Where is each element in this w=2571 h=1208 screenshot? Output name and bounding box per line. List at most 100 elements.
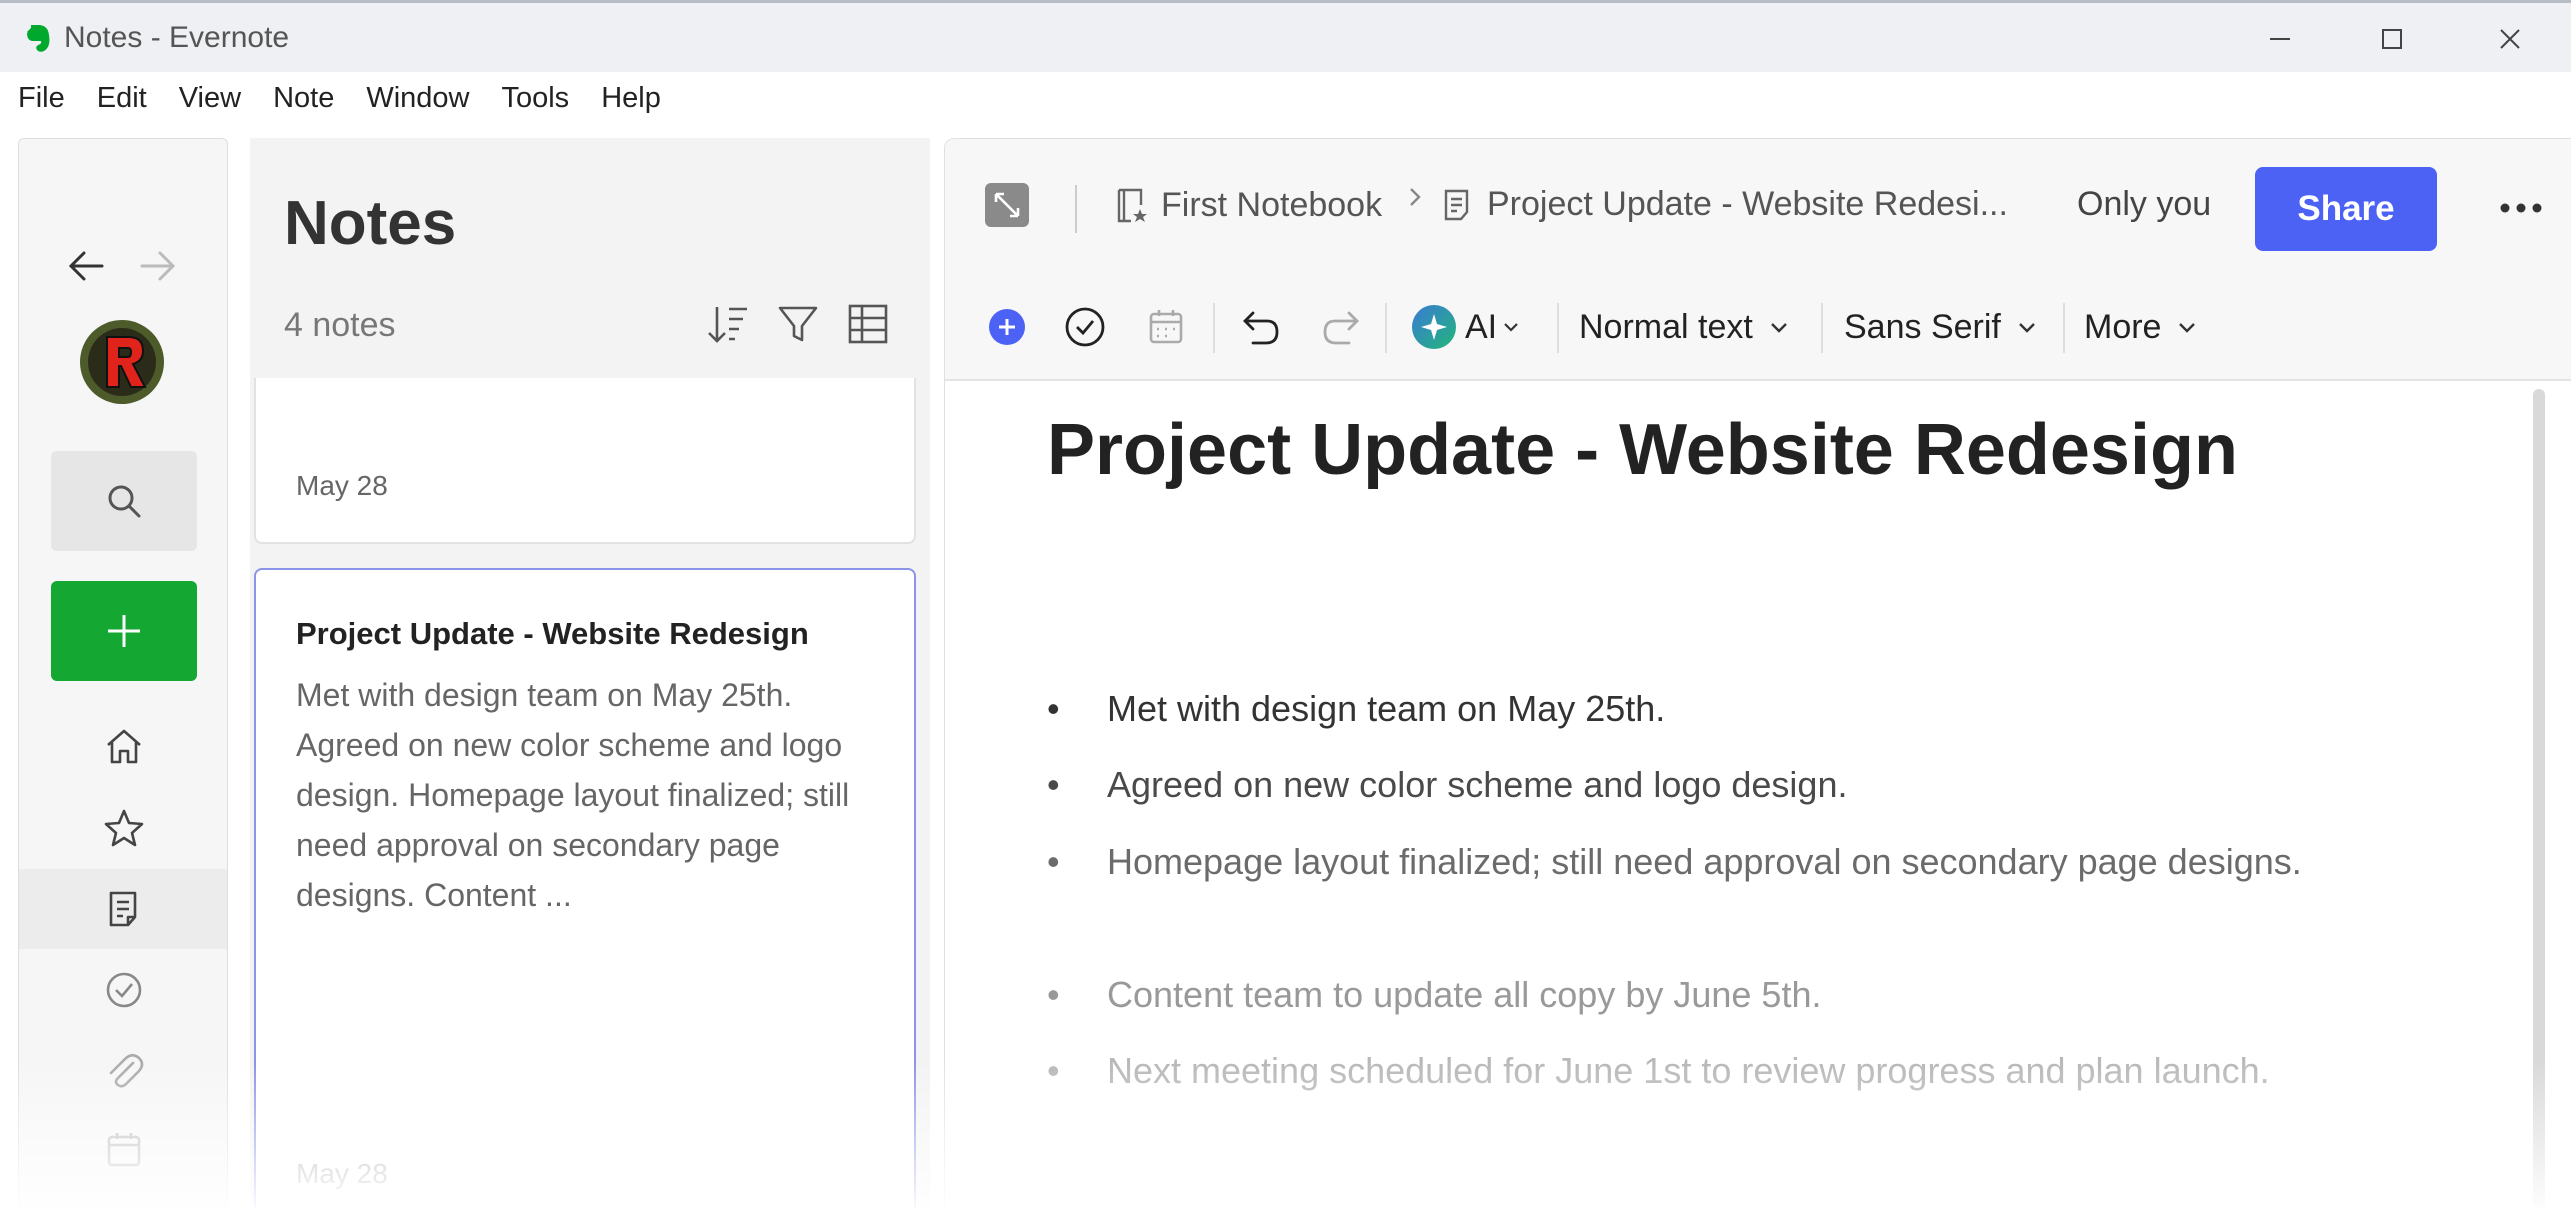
more-options-button[interactable] bbox=[2491, 183, 2551, 233]
home-button[interactable] bbox=[99, 721, 149, 771]
evernote-logo-icon bbox=[27, 25, 50, 52]
close-icon bbox=[2500, 29, 2520, 49]
shortcuts-button[interactable] bbox=[99, 803, 149, 853]
menu-note[interactable]: Note bbox=[273, 82, 334, 115]
note-card-selected[interactable]: Project Update - Website Redesign Met wi… bbox=[254, 568, 916, 1208]
note-card-date: May 28 bbox=[296, 1158, 388, 1189]
paperclip-icon bbox=[109, 1053, 144, 1088]
view-options-button[interactable] bbox=[842, 298, 894, 350]
toolbar-divider bbox=[1385, 303, 1387, 353]
new-note-button[interactable] bbox=[51, 581, 197, 681]
text-style-label: Normal text bbox=[1579, 307, 1753, 346]
more-formatting-dropdown[interactable]: More bbox=[2084, 301, 2199, 353]
avatar-r-icon bbox=[80, 320, 164, 404]
minimize-button[interactable] bbox=[2230, 13, 2330, 65]
breadcrumb-notebook-label: First Notebook bbox=[1161, 185, 1383, 224]
plus-circle-icon bbox=[989, 309, 1025, 345]
menu-help[interactable]: Help bbox=[601, 82, 661, 115]
menu-tools[interactable]: Tools bbox=[501, 82, 569, 115]
note-card[interactable]: May 28 bbox=[254, 378, 916, 544]
menu-view[interactable]: View bbox=[179, 82, 241, 115]
breadcrumb-separator bbox=[1403, 185, 1427, 209]
chevron-down-icon bbox=[2179, 323, 2196, 333]
list-item-text: Content team to update all copy by June … bbox=[1107, 974, 1822, 1015]
calendar-icon bbox=[107, 1133, 141, 1167]
ai-label: AI bbox=[1465, 307, 1498, 346]
list-item-text: Agreed on new color scheme and logo desi… bbox=[1107, 764, 1848, 805]
check-circle-icon bbox=[106, 972, 142, 1008]
notes-heading: Notes bbox=[284, 189, 457, 258]
tasks-nav-button[interactable] bbox=[99, 965, 149, 1015]
note-card-date: May 28 bbox=[296, 470, 388, 501]
breadcrumb-note[interactable]: Project Update - Website Redesi... bbox=[1439, 185, 2008, 224]
visibility-label[interactable]: Only you bbox=[2077, 185, 2211, 224]
note-editor: First Notebook Project Update - Website … bbox=[944, 138, 2571, 1208]
toolbar-divider bbox=[1213, 303, 1215, 353]
sort-button[interactable] bbox=[702, 298, 754, 350]
notes-list-panel: Notes 4 notes May 28 Project Update - We… bbox=[250, 138, 930, 1208]
filter-icon bbox=[778, 306, 818, 342]
menu-edit[interactable]: Edit bbox=[97, 82, 147, 115]
title-bar: Notes - Evernote bbox=[0, 0, 2571, 72]
editor-scrollbar[interactable] bbox=[2533, 389, 2545, 1208]
toolbar-divider bbox=[2063, 303, 2065, 353]
plus-icon bbox=[108, 615, 140, 647]
bullet-dot: • bbox=[1047, 974, 1060, 1015]
note-icon bbox=[1444, 189, 1469, 220]
notebook-icon bbox=[1117, 188, 1147, 223]
star-icon bbox=[104, 809, 144, 847]
list-item-text: Next meeting scheduled for June 1st to r… bbox=[1107, 1050, 2270, 1091]
list-item-text: Met with design team on May 25th. bbox=[1107, 688, 1666, 729]
notes-nav-button[interactable] bbox=[19, 869, 227, 949]
chevron-down-icon bbox=[2019, 323, 2035, 333]
notes-count: 4 notes bbox=[284, 306, 396, 344]
expand-button[interactable] bbox=[985, 183, 1029, 227]
ai-sparkle-icon bbox=[1412, 305, 1456, 349]
toolbar-divider bbox=[1557, 303, 1559, 353]
search-button[interactable] bbox=[51, 451, 197, 551]
breadcrumb-notebook[interactable]: First Notebook bbox=[1111, 185, 1382, 225]
bullet-dot: • bbox=[1047, 764, 1060, 805]
menu-bar: File Edit View Note Window Tools Help bbox=[0, 72, 2571, 124]
note-icon bbox=[109, 891, 137, 927]
back-button[interactable] bbox=[61, 241, 111, 291]
maximize-icon bbox=[2382, 29, 2402, 49]
close-button[interactable] bbox=[2460, 13, 2560, 65]
font-label: Sans Serif bbox=[1844, 307, 2001, 346]
arrow-right-icon bbox=[140, 251, 176, 281]
arrow-left-icon bbox=[68, 251, 104, 281]
menu-file[interactable]: File bbox=[18, 82, 65, 115]
insert-button[interactable] bbox=[987, 301, 1027, 353]
task-button[interactable] bbox=[1063, 301, 1107, 353]
toolbar-divider bbox=[1821, 303, 1823, 353]
note-card-title: Project Update - Website Redesign bbox=[296, 616, 809, 651]
calendar-icon bbox=[1149, 310, 1183, 344]
undo-button[interactable] bbox=[1239, 301, 1283, 353]
check-circle-icon bbox=[1065, 307, 1105, 347]
editor-header: First Notebook Project Update - Website … bbox=[945, 139, 2571, 381]
forward-button[interactable] bbox=[133, 241, 183, 291]
breadcrumb-note-label: Project Update - Website Redesi... bbox=[1487, 185, 2008, 223]
share-button[interactable]: Share bbox=[2255, 167, 2437, 251]
menu-window[interactable]: Window bbox=[366, 82, 469, 115]
minimize-icon bbox=[2270, 38, 2290, 40]
home-icon bbox=[107, 729, 141, 764]
filter-button[interactable] bbox=[772, 298, 824, 350]
undo-icon bbox=[1243, 311, 1279, 345]
calendar-nav-button[interactable] bbox=[99, 1125, 149, 1175]
navigation-rail bbox=[18, 138, 228, 1208]
chevron-right-icon bbox=[1410, 188, 1421, 206]
avatar[interactable] bbox=[79, 319, 165, 405]
attachments-nav-button[interactable] bbox=[99, 1045, 149, 1095]
maximize-button[interactable] bbox=[2342, 13, 2442, 65]
expand-icon bbox=[994, 192, 1020, 218]
font-dropdown[interactable]: Sans Serif bbox=[1844, 301, 2039, 353]
bullet-dot: • bbox=[1047, 688, 1060, 729]
calendar-button[interactable] bbox=[1145, 301, 1187, 353]
note-title[interactable]: Project Update - Website Redesign bbox=[1047, 409, 2238, 491]
chevron-down-icon bbox=[1770, 323, 1787, 333]
text-style-dropdown[interactable]: Normal text bbox=[1579, 301, 1791, 353]
search-icon bbox=[108, 485, 141, 518]
redo-button[interactable] bbox=[1319, 301, 1363, 353]
ai-assist-button[interactable]: AI bbox=[1411, 301, 1521, 353]
